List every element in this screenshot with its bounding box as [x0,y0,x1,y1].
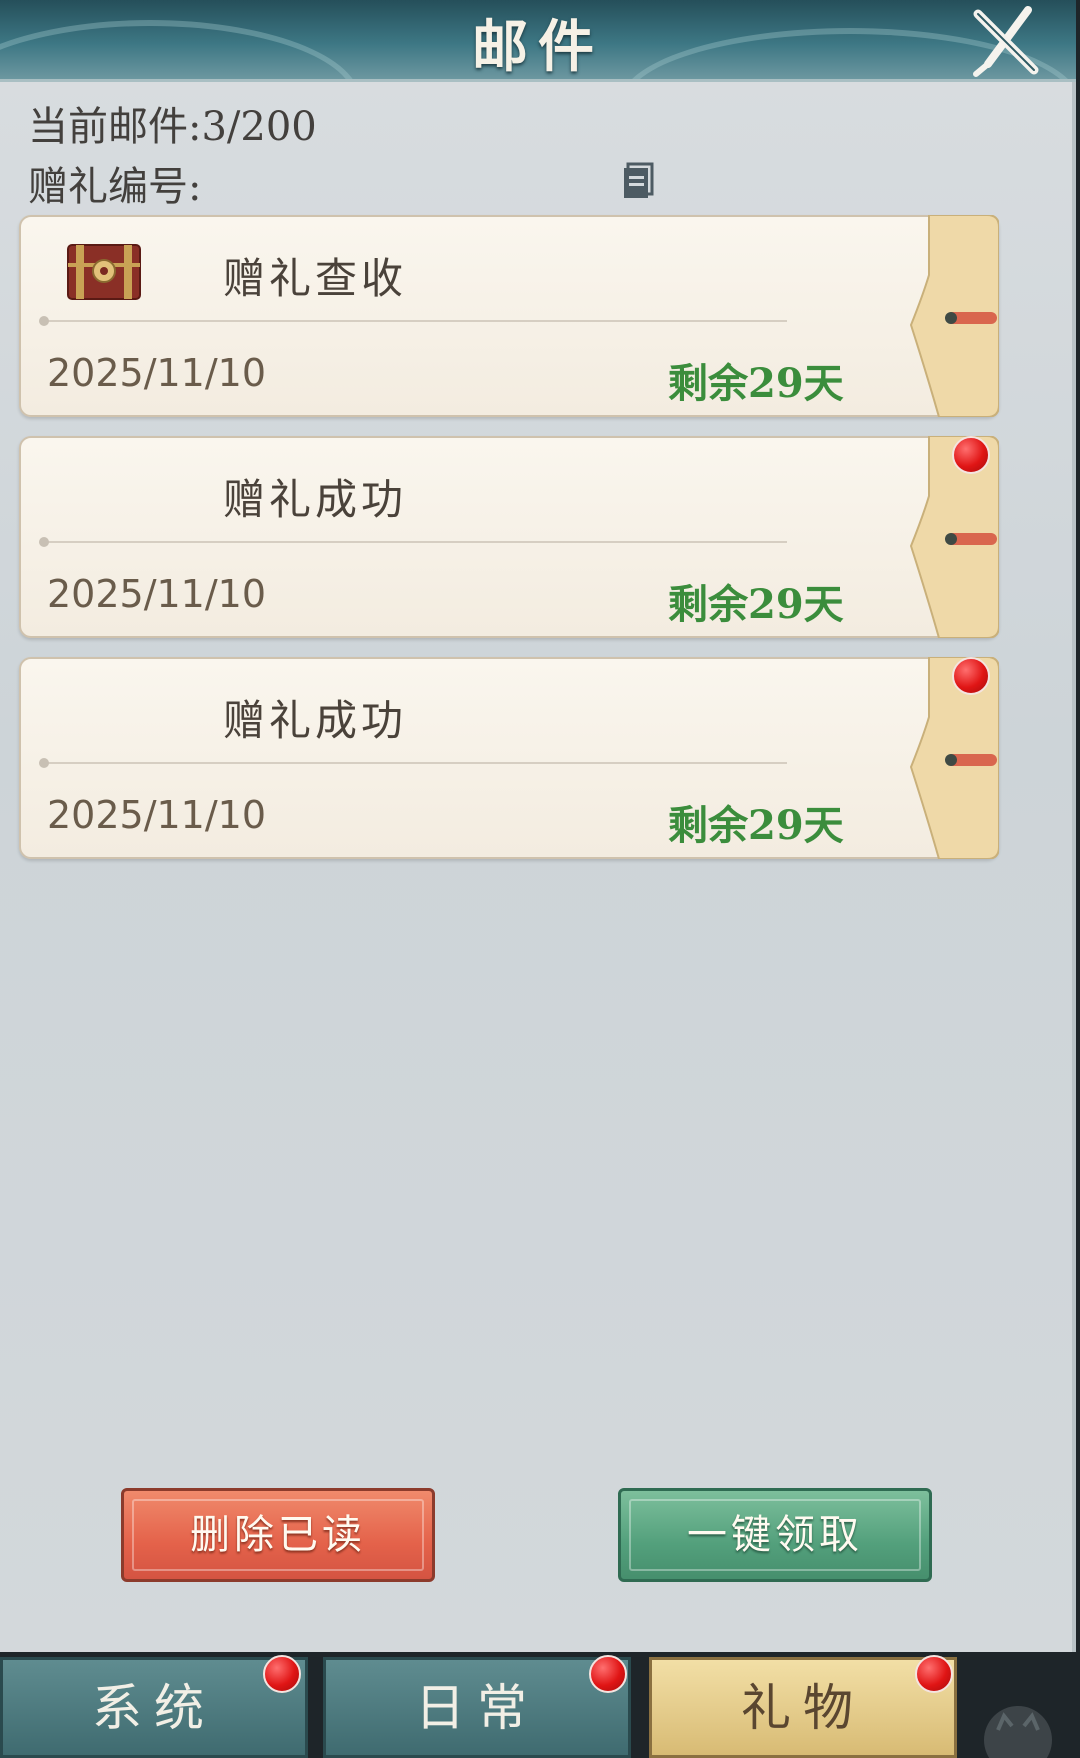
tab-label: 日常 [415,1679,539,1737]
mail-remaining: 剩余29天 [668,360,844,407]
mail-panel: 邮件 当前邮件:3/200 赠礼编号: 赠礼查收 2025/11/10 剩余29… [0,0,1076,1652]
divider [39,537,787,547]
delete-read-button[interactable]: 删除已读 [121,1488,435,1582]
tab-daily[interactable]: 日常 [323,1657,631,1758]
mail-subject: 赠礼成功 [223,475,408,524]
tab-badge [589,1655,627,1693]
mail-item[interactable]: 赠礼查收 2025/11/10 剩余29天 [19,215,999,417]
header-bar: 邮件 [0,0,1076,82]
mail-subject: 赠礼查收 [223,254,408,303]
mail-item[interactable]: 赠礼成功 2025/11/10 剩余29天 [19,436,999,638]
scroll-tab-icon [909,215,999,417]
gift-id-label: 赠礼编号: [28,164,202,210]
mail-remaining: 剩余29天 [668,581,844,628]
mail-date: 2025/11/10 [47,572,267,616]
mail-remaining: 剩余29天 [668,802,844,849]
mail-date: 2025/11/10 [47,793,267,837]
tab-label: 系统 [92,1679,216,1737]
tab-badge [915,1655,953,1693]
tab-system[interactable]: 系统 [0,1657,308,1758]
treasure-chest-icon [67,244,141,300]
tab-gifts[interactable]: 礼物 [649,1657,957,1758]
copy-icon[interactable] [621,162,655,200]
claim-all-button[interactable]: 一键领取 [618,1488,932,1582]
mail-item[interactable]: 赠礼成功 2025/11/10 剩余29天 [19,657,999,859]
divider [39,758,787,768]
unread-badge [952,657,990,695]
tab-badge [263,1655,301,1693]
divider [39,316,787,326]
cat-avatar-icon[interactable] [978,1700,1058,1758]
mail-date: 2025/11/10 [47,351,267,395]
tab-label: 礼物 [741,1679,865,1737]
page-title: 邮件 [472,14,604,80]
mail-subject: 赠礼成功 [223,696,408,745]
unread-badge [952,436,990,474]
close-icon[interactable] [968,4,1044,80]
mail-count: 当前邮件:3/200 [28,104,317,150]
